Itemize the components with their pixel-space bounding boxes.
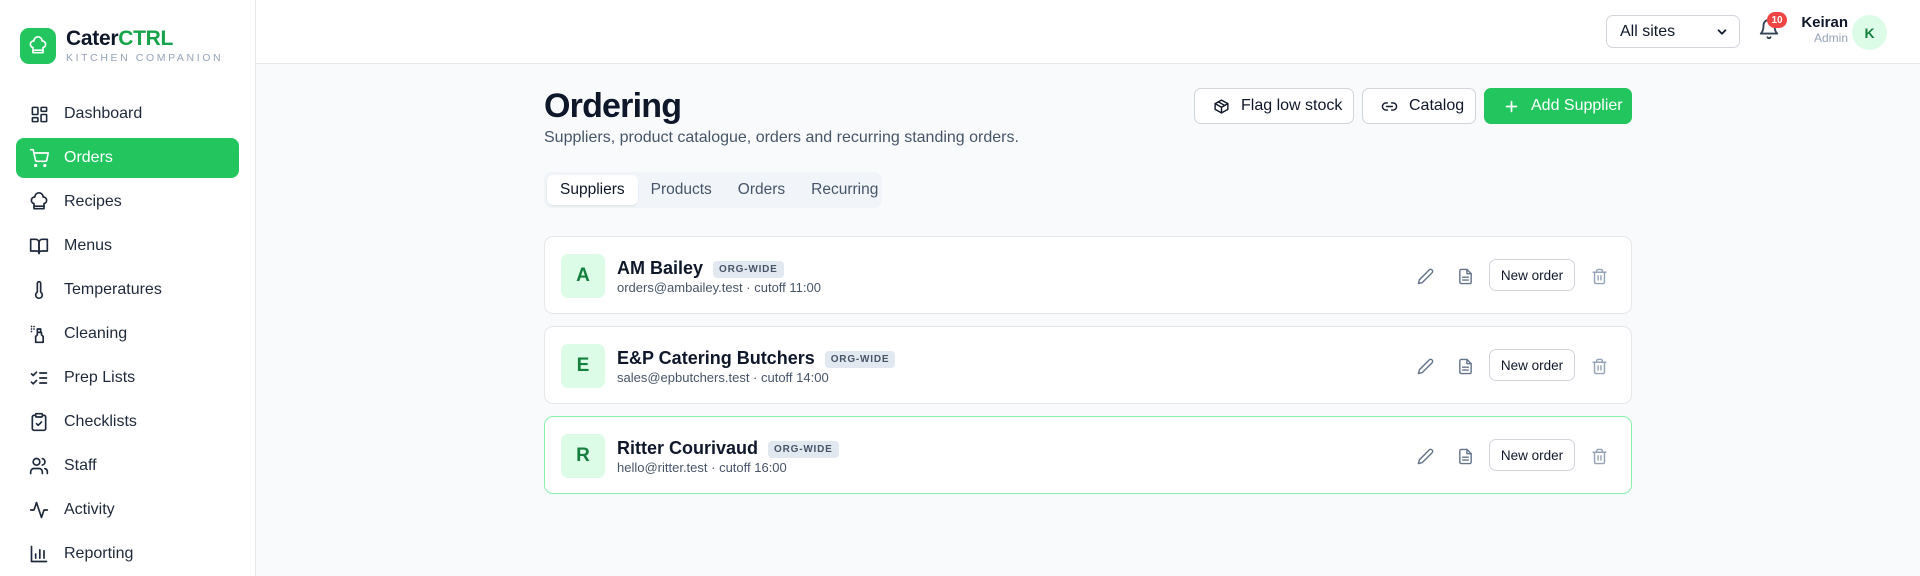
book-open-icon xyxy=(29,236,49,256)
supplier-name: AM Bailey ORG-WIDE xyxy=(617,257,784,279)
sidebar-nav: Dashboard Orders Recipes Menus Temperatu… xyxy=(16,94,239,576)
chef-hat-icon xyxy=(29,192,49,212)
supplier-meta: sales@epbutchers.test · cutoff 14:00 xyxy=(617,370,829,385)
tab-suppliers[interactable]: Suppliers xyxy=(547,175,638,205)
brand[interactable]: CaterCTRL KITCHEN COMPANION xyxy=(0,0,255,68)
catalog-button[interactable]: Catalog xyxy=(1362,88,1476,124)
sidebar-item-label: Cleaning xyxy=(64,325,128,342)
site-select[interactable]: All sites xyxy=(1606,15,1740,48)
add-supplier-label: Add Supplier xyxy=(1531,97,1623,114)
supplier-meta: orders@ambailey.test · cutoff 11:00 xyxy=(617,280,821,295)
page-subtitle: Suppliers, product catalogue, orders and… xyxy=(544,129,1019,146)
topbar: All sites 10 Keiran Admin K xyxy=(256,0,1920,64)
sidebar: CaterCTRL KITCHEN COMPANION Dashboard Or… xyxy=(0,0,256,576)
supplier-name: Ritter Courivaud ORG-WIDE xyxy=(617,437,839,459)
chef-hat-icon xyxy=(20,28,56,64)
users-icon xyxy=(29,456,49,476)
brand-tagline: KITCHEN COMPANION xyxy=(66,52,224,64)
file-text-icon[interactable] xyxy=(1455,266,1475,286)
brand-name: CaterCTRL xyxy=(66,27,173,50)
flag-low-stock-label: Flag low stock xyxy=(1241,97,1343,114)
sidebar-item-temperatures[interactable]: Temperatures xyxy=(16,270,239,310)
sidebar-item-dashboard[interactable]: Dashboard xyxy=(16,94,239,134)
sidebar-item-menus[interactable]: Menus xyxy=(16,226,239,266)
new-order-button[interactable]: New order xyxy=(1489,349,1575,381)
catalog-label: Catalog xyxy=(1409,97,1465,114)
supplier-meta: hello@ritter.test · cutoff 16:00 xyxy=(617,460,787,475)
sidebar-item-label: Reporting xyxy=(64,545,134,562)
supplier-initial: E xyxy=(561,344,605,388)
sidebar-item-label: Recipes xyxy=(64,193,122,210)
sidebar-item-label: Dashboard xyxy=(64,105,143,122)
spray-bottle-icon xyxy=(29,324,49,344)
plus-icon xyxy=(1502,97,1520,115)
org-wide-badge: ORG-WIDE xyxy=(824,351,896,368)
sidebar-item-label: Staff xyxy=(64,457,97,474)
ordering-tabs: Suppliers Products Orders Recurring xyxy=(544,172,882,208)
file-text-icon[interactable] xyxy=(1455,446,1475,466)
user-role: Admin xyxy=(1813,31,1848,45)
tab-orders[interactable]: Orders xyxy=(725,175,798,205)
avatar[interactable]: K xyxy=(1852,15,1887,50)
trash-icon[interactable] xyxy=(1589,266,1609,286)
sidebar-item-recipes[interactable]: Recipes xyxy=(16,182,239,222)
page-title: Ordering xyxy=(544,87,682,125)
add-supplier-button[interactable]: Add Supplier xyxy=(1484,88,1632,124)
file-text-icon[interactable] xyxy=(1455,356,1475,376)
sidebar-item-staff[interactable]: Staff xyxy=(16,446,239,486)
supplier-initial: A xyxy=(561,254,605,298)
flag-low-stock-button[interactable]: Flag low stock xyxy=(1194,88,1354,124)
chevron-down-icon xyxy=(1715,25,1729,44)
edit-icon[interactable] xyxy=(1415,356,1435,376)
supplier-card[interactable]: A AM Bailey ORG-WIDE orders@ambailey.test… xyxy=(544,236,1632,314)
user-info[interactable]: Keiran Admin xyxy=(1748,14,1848,45)
sidebar-item-label: Checklists xyxy=(64,413,137,430)
tab-recurring[interactable]: Recurring xyxy=(798,175,891,205)
layout-grid-icon xyxy=(29,104,49,124)
sidebar-item-prep-lists[interactable]: Prep Lists xyxy=(16,358,239,398)
sidebar-item-label: Prep Lists xyxy=(64,369,136,386)
user-name: Keiran xyxy=(1801,14,1848,31)
activity-icon xyxy=(29,500,49,520)
sidebar-item-label: Temperatures xyxy=(64,281,162,298)
edit-icon[interactable] xyxy=(1415,266,1435,286)
package-icon xyxy=(1212,97,1230,115)
supplier-card[interactable]: E E&P Catering Butchers ORG-WIDE sales@ep… xyxy=(544,326,1632,404)
tab-products[interactable]: Products xyxy=(638,175,725,205)
supplier-name: E&P Catering Butchers ORG-WIDE xyxy=(617,347,896,369)
sidebar-item-checklists[interactable]: Checklists xyxy=(16,402,239,442)
supplier-initial: R xyxy=(561,434,605,478)
bar-chart-icon xyxy=(29,544,49,564)
sidebar-item-orders[interactable]: Orders xyxy=(16,138,239,178)
new-order-button[interactable]: New order xyxy=(1489,259,1575,291)
trash-icon[interactable] xyxy=(1589,446,1609,466)
list-checks-icon xyxy=(29,368,49,388)
sidebar-item-activity[interactable]: Activity xyxy=(16,490,239,530)
shopping-cart-icon xyxy=(29,148,49,168)
sidebar-item-label: Menus xyxy=(64,237,113,254)
thermometer-icon xyxy=(29,280,49,300)
org-wide-badge: ORG-WIDE xyxy=(713,261,784,278)
sidebar-item-label: Orders xyxy=(64,149,113,166)
link-icon xyxy=(1380,97,1398,115)
supplier-card[interactable]: R Ritter Courivaud ORG-WIDE hello@ritter.… xyxy=(544,416,1632,494)
new-order-button[interactable]: New order xyxy=(1489,439,1575,471)
sidebar-item-label: Activity xyxy=(64,501,115,518)
sidebar-item-cleaning[interactable]: Cleaning xyxy=(16,314,239,354)
clipboard-check-icon xyxy=(29,412,49,432)
sidebar-item-reporting[interactable]: Reporting xyxy=(16,534,239,574)
org-wide-badge: ORG-WIDE xyxy=(768,441,839,458)
trash-icon[interactable] xyxy=(1589,356,1609,376)
site-select-value: All sites xyxy=(1620,22,1676,40)
edit-icon[interactable] xyxy=(1415,446,1435,466)
